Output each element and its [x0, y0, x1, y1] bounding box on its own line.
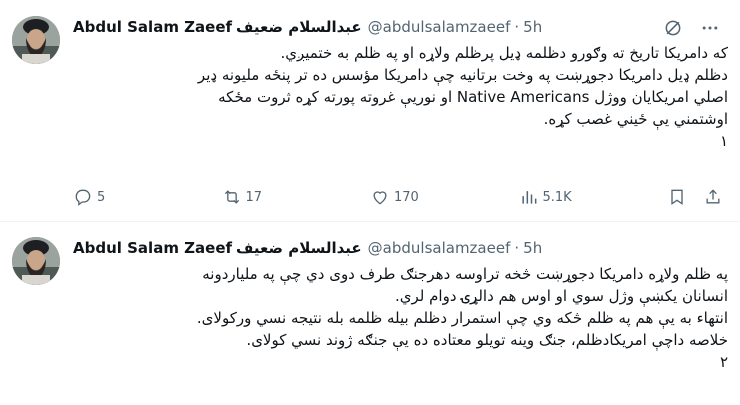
- tweet-header: Abdul Salam Zaeef عبدالسلام ضعیف @abduls…: [73, 237, 542, 259]
- tweet-text: په ظلم ولاړه دامریکا دجوړښت څخه تراوسه د…: [73, 263, 728, 373]
- analytics-icon: [521, 191, 536, 204]
- like-count: 170: [394, 189, 419, 205]
- separator-dot: ·: [514, 18, 520, 36]
- tweet-line: ۲: [719, 353, 728, 371]
- tweet-line: انتهاء به یې هم په ظلم څکه وي چې استمرار…: [196, 309, 728, 327]
- author-name-arabic[interactable]: عبدالسلام ضعیف: [236, 239, 362, 257]
- tweet-1[interactable]: Abdul Salam Zaeef عبدالسلام ضعیف @abduls…: [0, 0, 740, 222]
- tweet-line: ۱: [719, 132, 728, 150]
- avatar[interactable]: [12, 16, 60, 64]
- tweet-line: اصلي امریکایان ووژل Native Americans او …: [218, 88, 728, 106]
- tweet-line: خلاصه داچې امریکادظلم، جنګ وینه تویلو مع…: [246, 331, 728, 349]
- author-name-arabic[interactable]: عبدالسلام ضعیف: [236, 18, 362, 36]
- reply-button[interactable]: 5: [73, 187, 133, 207]
- tweet-line: که دامریکا تاریخ ته وګورو دظلمه ډیل پرظل…: [280, 44, 728, 62]
- like-button[interactable]: 170: [370, 187, 430, 207]
- views-button[interactable]: 5.1K: [519, 187, 579, 207]
- tweet-header: Abdul Salam Zaeef عبدالسلام ضعیف @abduls…: [73, 16, 542, 38]
- separator-dot: ·: [514, 239, 520, 257]
- repost-count: 17: [245, 189, 263, 205]
- repost-button[interactable]: 17: [222, 187, 282, 207]
- timestamp[interactable]: 5h: [523, 239, 542, 257]
- tweet-2[interactable]: Abdul Salam Zaeef عبدالسلام ضعیف @abduls…: [0, 222, 740, 405]
- heart-icon: [373, 191, 387, 205]
- tweet-line: انسانان یکښې وژل سوي او اوس هم دالړۍ دوا…: [395, 287, 728, 305]
- grok-icon[interactable]: [663, 18, 683, 38]
- bookmark-icon: [671, 189, 683, 205]
- repost-icon: [224, 190, 239, 204]
- reply-icon: [75, 189, 91, 206]
- tweet-line: په ظلم ولاړه دامریکا دجوړښت څخه تراوسه د…: [202, 265, 728, 283]
- views-count: 5.1K: [542, 189, 572, 205]
- tweet-line: دظلم ډیل دامریکا دجوړښت په وخت برتانیه چ…: [197, 66, 728, 84]
- avatar-image: [12, 16, 60, 64]
- timestamp[interactable]: 5h: [523, 18, 542, 36]
- author-name[interactable]: Abdul Salam Zaeef: [73, 18, 232, 36]
- avatar[interactable]: [12, 237, 60, 285]
- bookmark-button[interactable]: [667, 187, 687, 207]
- author-handle[interactable]: @abdulsalamzaeef: [368, 18, 511, 36]
- author-name[interactable]: Abdul Salam Zaeef: [73, 239, 232, 257]
- tweet-actions: 5 17 170 5.1K: [73, 183, 723, 211]
- share-icon: [706, 189, 720, 204]
- right-actions: [667, 187, 723, 207]
- more-options-icon[interactable]: [700, 18, 720, 38]
- author-handle[interactable]: @abdulsalamzaeef: [368, 239, 511, 257]
- reply-count: 5: [97, 189, 106, 205]
- tweet-line: اوشتمني یې ځیني غصب کړه.: [543, 110, 728, 128]
- tweet-text: که دامریکا تاریخ ته وګورو دظلمه ډیل پرظل…: [73, 42, 728, 152]
- share-button[interactable]: [703, 187, 723, 207]
- avatar-image: [12, 237, 60, 285]
